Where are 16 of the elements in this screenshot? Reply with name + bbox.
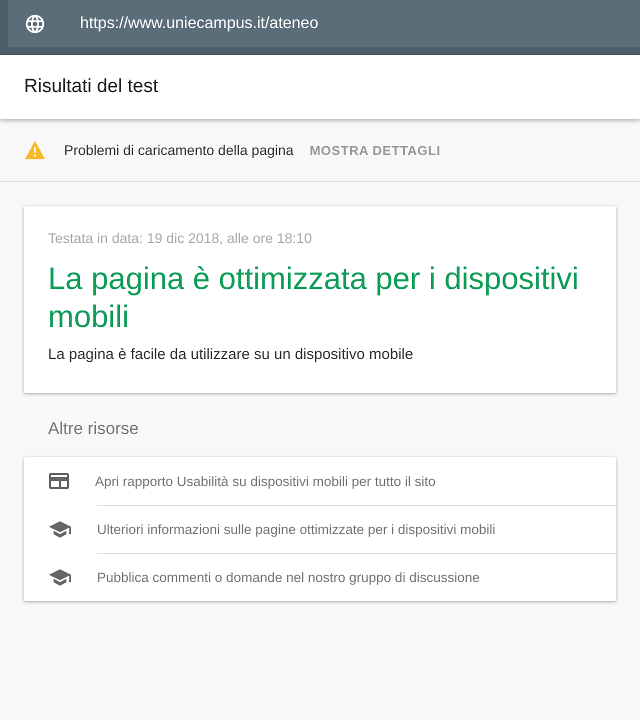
graduation-cap-icon [49,568,71,586]
graduation-cap-icon [49,520,71,538]
warning-message: Problemi di caricamento della pagina [64,142,294,158]
warning-icon [24,140,46,160]
globe-icon [24,12,46,34]
section-title: Altre risorse [48,419,140,439]
resource-link[interactable]: Ulteriori informazioni sulle pagine ottimizzate per i dispositivi mobili [97,504,616,554]
page-title: Risultati del test [24,76,158,98]
resource-link[interactable]: Pubblica commenti o domande nel nostro gruppo di discussione [97,552,616,602]
test-date: Testata in data: 19 dic 2018, alle ore 18:10 [48,230,313,246]
resource-link[interactable]: Apri rapporto Usabilità su dispositivi mobili per tutto il sito [95,456,616,506]
dashboard-icon [49,473,69,489]
result-headline: La pagina è ottimizzata per i dispositivi mobili [48,260,580,336]
show-details-button[interactable]: MOSTRA DETTAGLI [306,138,445,162]
url-text[interactable]: https://www.uniecampus.it/ateneo [80,14,318,32]
result-description: La pagina è facile da utilizzare su un dispositivo mobile [48,346,414,363]
